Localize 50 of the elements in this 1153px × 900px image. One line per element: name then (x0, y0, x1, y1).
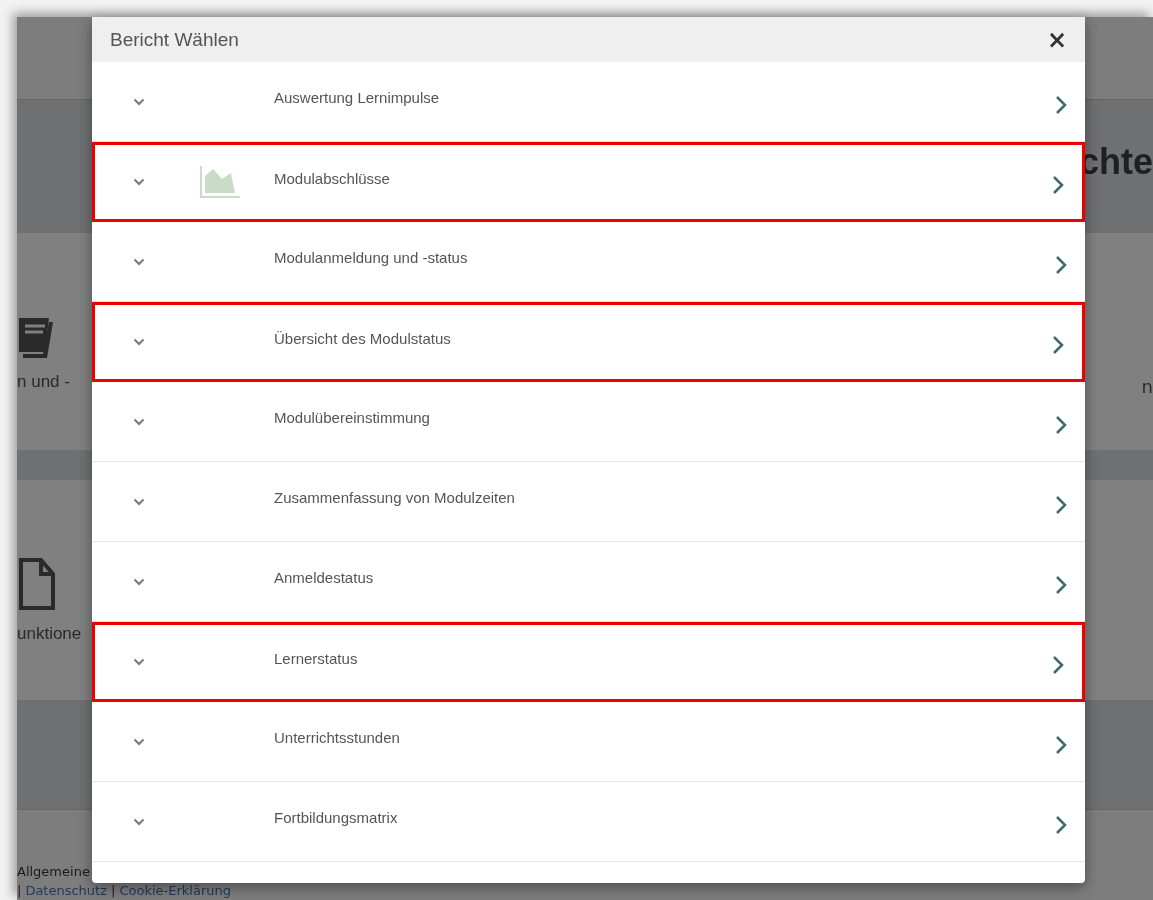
tile-label[interactable]: n (1141, 376, 1153, 397)
report-name: Modulanmeldung und -status (274, 249, 469, 266)
dialog-title: Bericht Wählen (110, 28, 239, 51)
report-row[interactable]: Modulanmeldung und -status (92, 222, 1085, 302)
chevron-down-icon[interactable] (133, 817, 145, 826)
report-name: Übersicht des Modulstatus (274, 329, 452, 347)
report-row[interactable]: Zusammenfassung von Modulzeiten (92, 462, 1085, 542)
chevron-down-icon[interactable] (133, 577, 145, 586)
chevron-right-icon[interactable] (1052, 655, 1064, 675)
chevron-right-icon[interactable] (1052, 335, 1064, 355)
area-chart-icon (200, 166, 240, 198)
chevron-right-icon[interactable] (1055, 734, 1067, 755)
tile-label[interactable]: n und - (17, 371, 70, 392)
document-icon (17, 556, 57, 612)
report-name: Lernerstatus (274, 649, 359, 667)
report-row[interactable]: Modulabschlüsse (92, 142, 1085, 222)
close-button[interactable]: × (1046, 25, 1067, 54)
report-name: Auswertung Lernimpulse (274, 89, 441, 106)
chevron-down-icon[interactable] (133, 417, 145, 426)
report-row[interactable]: Übersicht des Modulstatus (92, 302, 1085, 382)
report-name: Modulabschlüsse (274, 169, 391, 187)
separator: | (111, 883, 116, 898)
tile-label[interactable]: unktione (17, 624, 82, 644)
report-row[interactable]: Fortbildungsmatrix (92, 782, 1085, 862)
chevron-down-icon[interactable] (133, 97, 145, 106)
chevron-right-icon[interactable] (1055, 814, 1067, 835)
report-row[interactable]: Modulübereinstimmung (92, 382, 1085, 462)
chevron-down-icon[interactable] (133, 338, 145, 346)
report-name: Zusammenfassung von Modulzeiten (274, 489, 516, 506)
report-name: Anmeldestatus (274, 569, 375, 586)
chevron-down-icon[interactable] (133, 737, 145, 746)
chevron-right-icon[interactable] (1052, 175, 1064, 195)
separator: | (17, 883, 22, 898)
chevron-down-icon[interactable] (133, 658, 145, 666)
footer-text: Allgemeine (17, 864, 91, 879)
report-row[interactable]: Auswertung Lernimpulse (92, 62, 1085, 142)
chevron-right-icon[interactable] (1055, 254, 1067, 275)
chevron-right-icon[interactable] (1055, 414, 1067, 435)
report-name: Unterrichtsstunden (274, 729, 401, 746)
report-name: Fortbildungsmatrix (274, 809, 399, 826)
chevron-down-icon[interactable] (133, 497, 145, 506)
chevron-down-icon[interactable] (133, 257, 145, 266)
chevron-right-icon[interactable] (1055, 494, 1067, 515)
report-row[interactable]: Anmeldestatus (92, 542, 1085, 622)
chevron-right-icon[interactable] (1055, 94, 1067, 115)
chevron-right-icon[interactable] (1055, 574, 1067, 595)
report-row[interactable]: Unterrichtsstunden (92, 702, 1085, 782)
chevron-down-icon[interactable] (133, 178, 145, 186)
report-name: Modulübereinstimmung (274, 409, 431, 426)
report-row[interactable]: Lernerstatus (92, 622, 1085, 702)
